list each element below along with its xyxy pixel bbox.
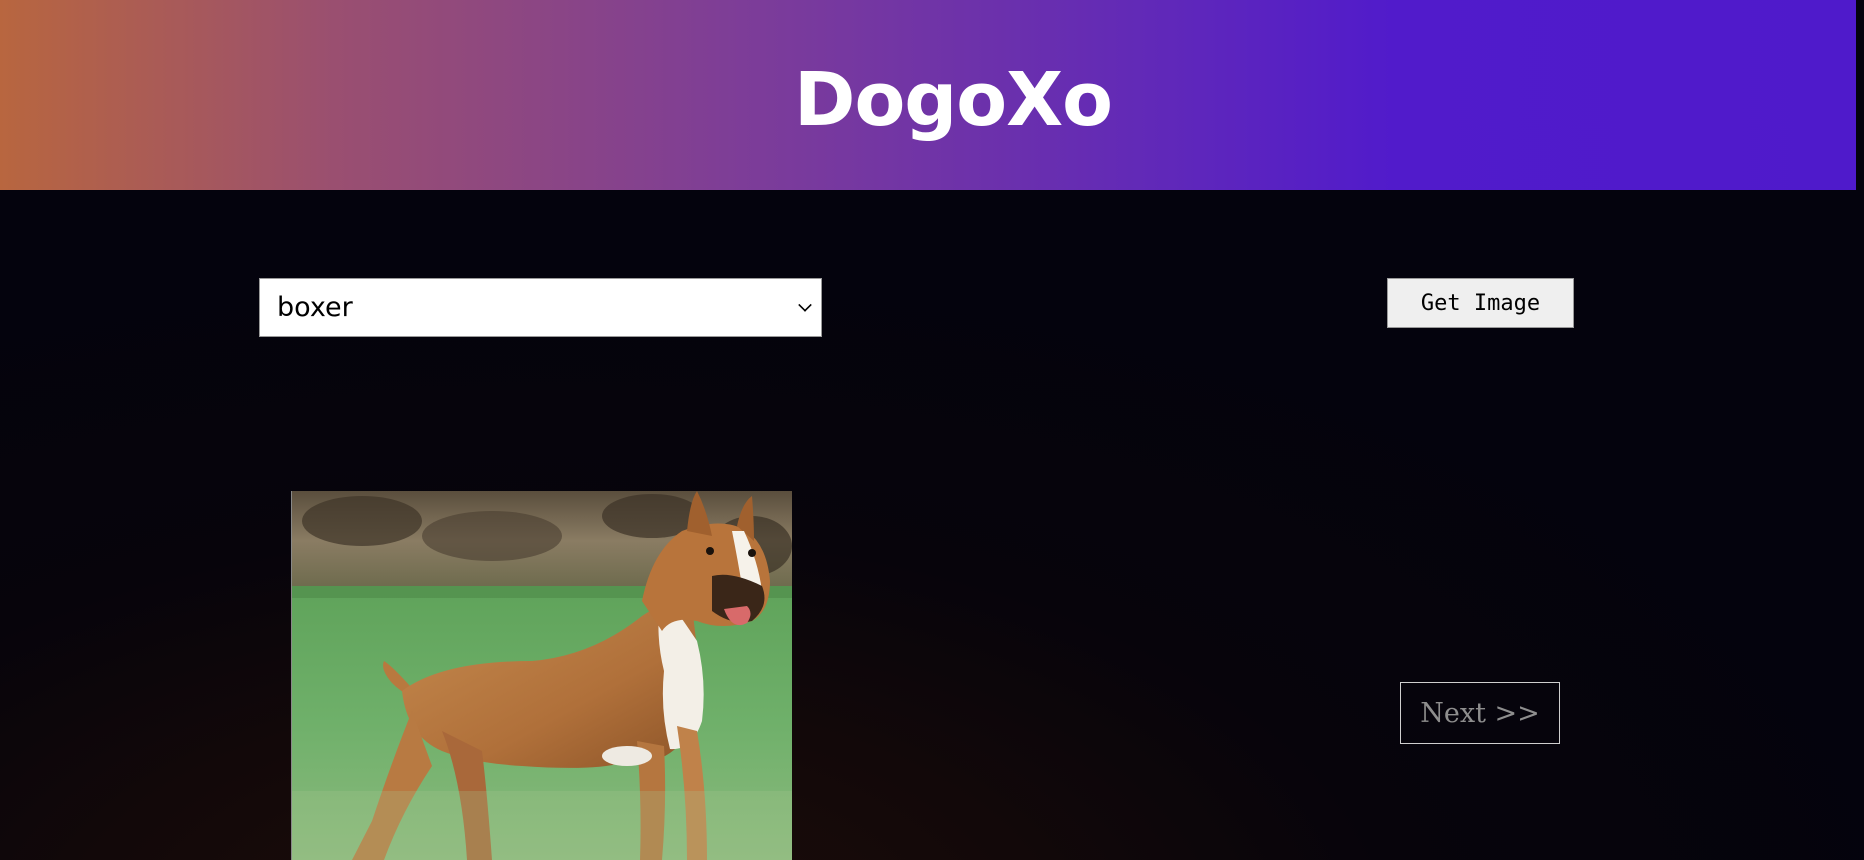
app-logo: DogoXo [794,57,1113,143]
get-image-button[interactable]: Get Image [1387,278,1574,328]
breed-select-value: boxer [277,292,353,323]
header-edge [1856,0,1864,190]
next-button[interactable]: Next >> [1400,682,1560,744]
dog-image [291,491,792,860]
breed-select[interactable]: boxer [259,278,822,337]
app-header: DogoXo [0,0,1856,190]
boxer-dog-photo [292,491,792,860]
chevron-down-icon [798,297,812,312]
